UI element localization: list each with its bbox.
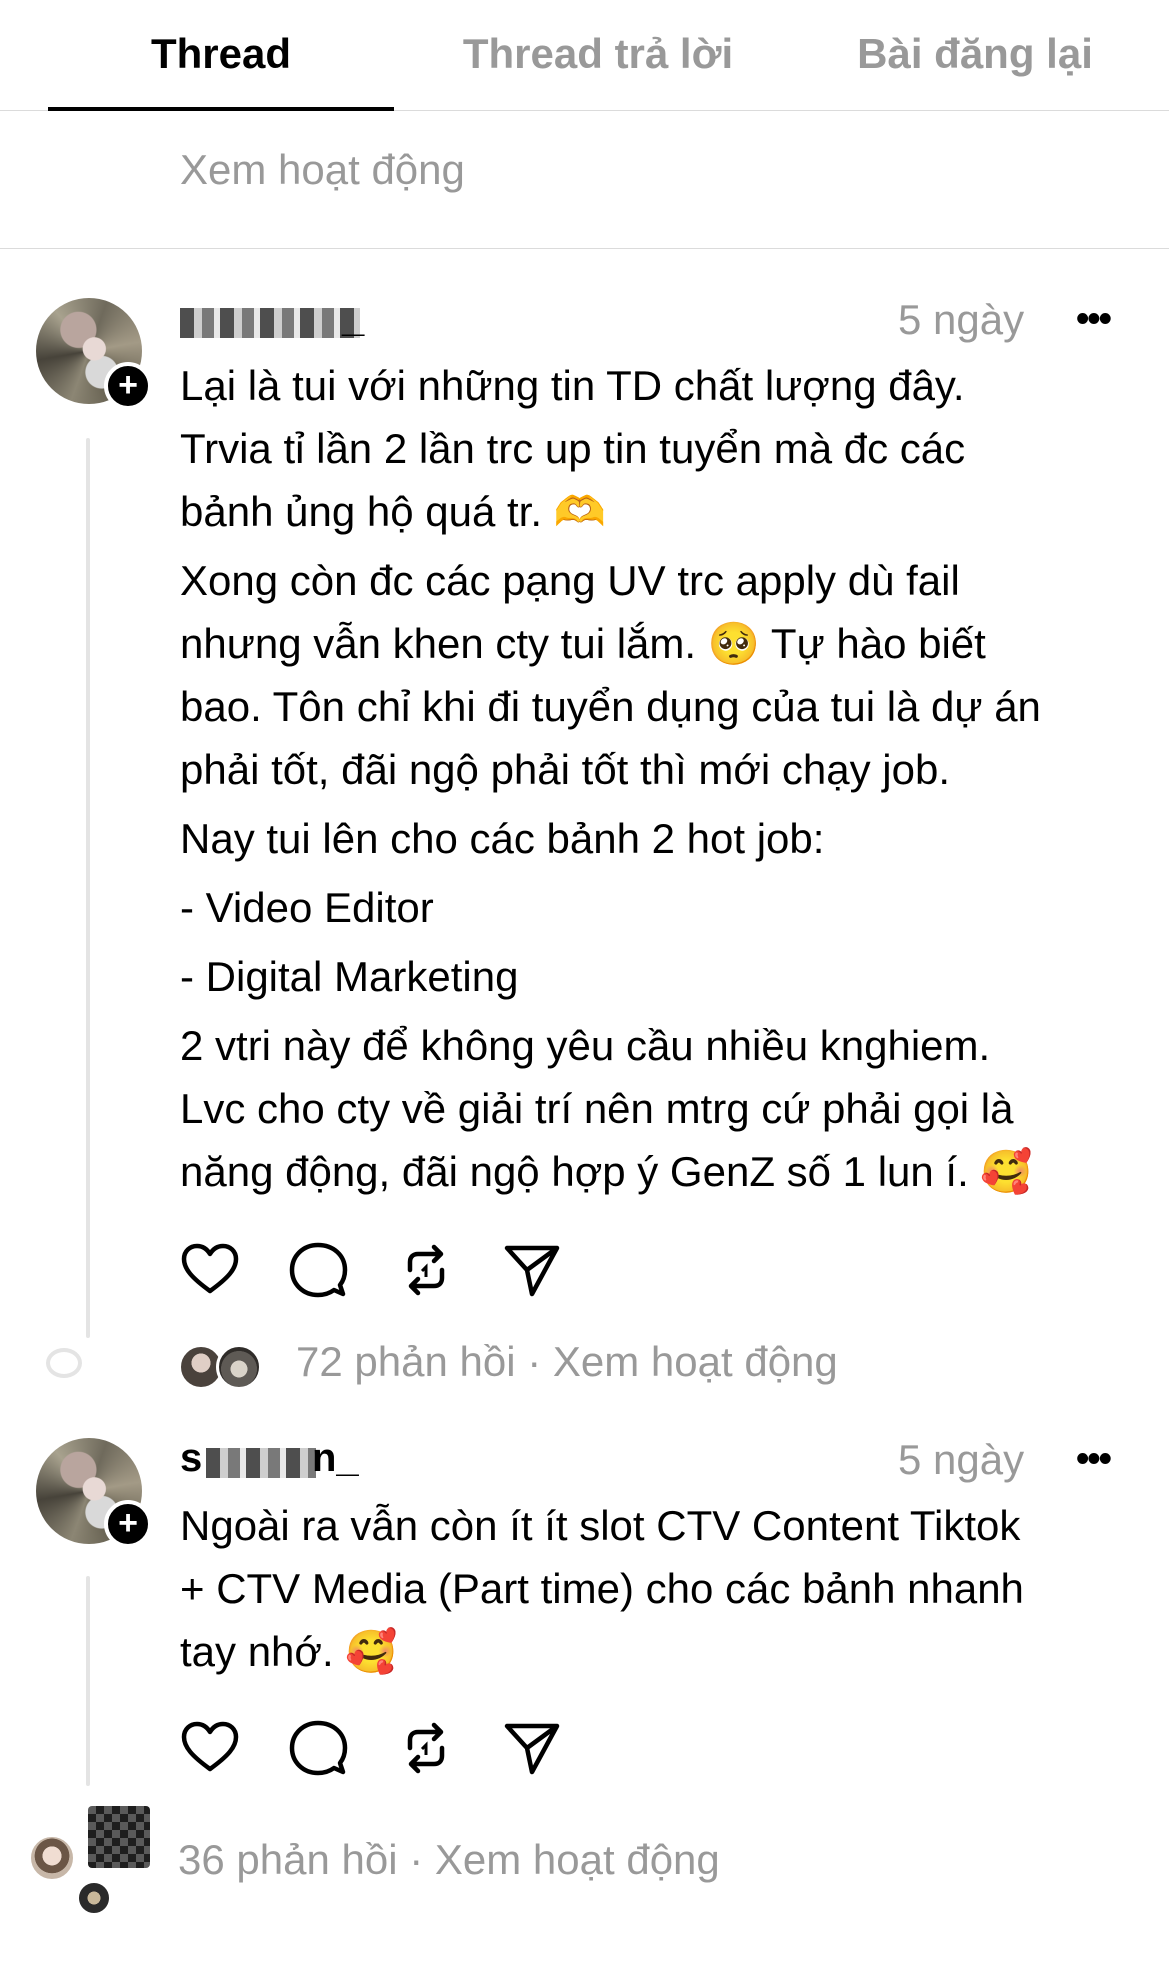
send-icon[interactable] (502, 1718, 562, 1778)
avatar (76, 1880, 112, 1916)
post-line: + CTV Media (Part time) cho các bảnh nha… (180, 1565, 1024, 1612)
tab-reposts[interactable]: Bài đăng lại (857, 30, 1093, 78)
post-line: tay nhớ. 🥰 (180, 1628, 398, 1675)
post-actions (180, 1240, 580, 1300)
view-activity-link[interactable]: Xem hoạt động (553, 1338, 838, 1385)
post-line: năng động, đãi ngộ hợp ý GenZ số 1 lun í… (180, 1148, 1033, 1195)
username[interactable]: _ (342, 296, 364, 341)
more-icon[interactable]: ••• (1076, 1440, 1112, 1478)
post-line: Lvc cho cty về giải trí nên mtrg cứ phải… (180, 1085, 1014, 1132)
heart-icon[interactable] (180, 1718, 240, 1778)
post-body: Lại là tui với những tin TD chất lượng đ… (180, 354, 1041, 1203)
post-paragraph: Ngoài ra vẫn còn ít ít slot CTV Content … (180, 1494, 1024, 1683)
send-icon[interactable] (502, 1240, 562, 1300)
separator: · (527, 1338, 542, 1385)
replies-count[interactable]: 72 phản hồi (296, 1338, 516, 1385)
thread-line (86, 1576, 90, 1786)
divider (0, 248, 1169, 249)
avatar (28, 1834, 76, 1882)
view-activity-link[interactable]: Xem hoạt động (180, 146, 465, 194)
post-line: - Video Editor (180, 884, 434, 931)
post-line: Xong còn đc các pạng UV trc apply dù fai… (180, 557, 960, 604)
post-line: phải tốt, đãi ngộ phải tốt thì mới chạy … (180, 746, 951, 793)
post-time: 5 ngày (898, 296, 1025, 343)
plus-icon[interactable]: + (104, 1500, 152, 1548)
post-paragraph: - Video Editor (180, 876, 1041, 939)
post-paragraph: 2 vtri này để không yêu cầu nhiều knghie… (180, 1014, 1041, 1203)
post-line: Trvia tỉ lần 2 lần trc up tin tuyển mà đ… (180, 425, 966, 472)
post-time: 5 ngày (898, 1436, 1025, 1483)
thread-line (86, 438, 90, 1338)
avatar (88, 1806, 150, 1868)
heart-icon[interactable] (180, 1240, 240, 1300)
post-line: Ngoài ra vẫn còn ít ít slot CTV Content … (180, 1502, 1021, 1549)
post-line: 2 vtri này để không yêu cầu nhiều knghie… (180, 1022, 991, 1069)
repost-icon[interactable] (396, 1718, 456, 1778)
view-activity-link[interactable]: Xem hoạt động (435, 1836, 720, 1883)
username-redacted (180, 308, 360, 338)
post-line: - Digital Marketing (180, 953, 519, 1000)
post-paragraph: Xong còn đc các pạng UV trc apply dù fai… (180, 549, 1041, 801)
username[interactable]: s (180, 1436, 202, 1481)
more-icon[interactable]: ••• (1076, 300, 1112, 338)
tab-thread-replies[interactable]: Thread trả lời (463, 30, 733, 78)
comment-icon[interactable] (288, 1240, 348, 1300)
avatar (216, 1344, 262, 1390)
tab-thread[interactable]: Thread (151, 30, 291, 78)
profile-tabs: Thread Thread trả lời Bài đăng lại (0, 0, 1169, 111)
post-line: Lại là tui với những tin TD chất lượng đ… (180, 362, 965, 409)
post-actions (180, 1718, 580, 1778)
replies-count[interactable]: 36 phản hồi (178, 1836, 398, 1883)
comment-icon[interactable] (288, 1718, 348, 1778)
replies-summary: 36 phản hồi · Xem hoạt động (178, 1836, 720, 1884)
repost-icon[interactable] (396, 1240, 456, 1300)
post-body: Ngoài ra vẫn còn ít ít slot CTV Content … (180, 1494, 1024, 1683)
separator: · (409, 1836, 424, 1883)
username[interactable]: n_ (312, 1436, 359, 1481)
replies-summary: 72 phản hồi · Xem hoạt động (296, 1338, 838, 1386)
post-paragraph: Lại là tui với những tin TD chất lượng đ… (180, 354, 1041, 543)
username-redacted (206, 1448, 316, 1478)
post-line: nhưng vẫn khen cty tui lắm. 🥺 Tự hào biế… (180, 620, 986, 667)
post-line: bao. Tôn chỉ khi đi tuyển dụng của tui l… (180, 683, 1041, 730)
active-tab-indicator (48, 107, 394, 111)
post-line: bảnh ủng hộ quá tr. 🫶 (180, 488, 606, 535)
thread-curl (46, 1348, 82, 1378)
post-paragraph: Nay tui lên cho các bảnh 2 hot job: (180, 807, 1041, 870)
plus-icon[interactable]: + (104, 362, 152, 410)
post-line: Nay tui lên cho các bảnh 2 hot job: (180, 815, 825, 862)
post-paragraph: - Digital Marketing (180, 945, 1041, 1008)
